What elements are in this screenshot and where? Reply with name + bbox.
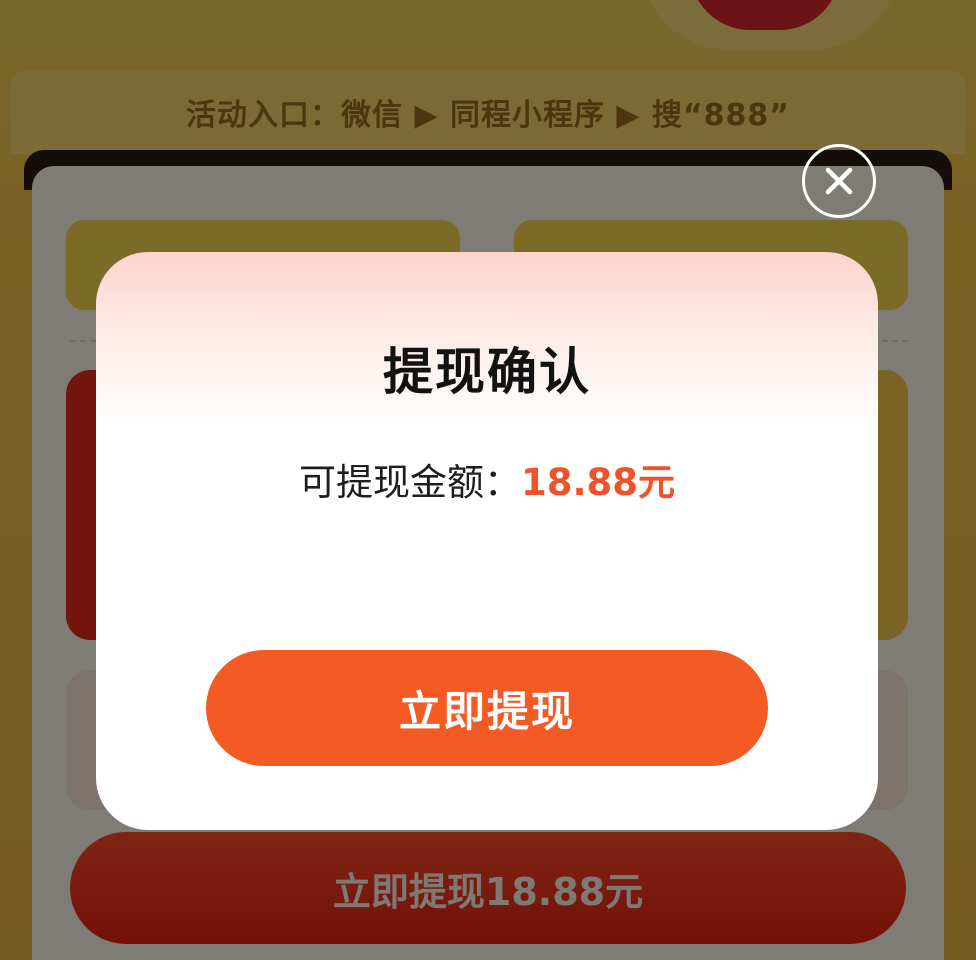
close-icon xyxy=(824,166,854,196)
amount-row: 可提现金额：18.88元 xyxy=(96,452,878,506)
amount-label: 可提现金额： xyxy=(298,461,521,504)
withdraw-confirm-dialog: 提现确认 可提现金额：18.88元 立即提现 xyxy=(96,252,878,830)
amount-value: 18.88元 xyxy=(520,461,676,504)
withdraw-now-button[interactable]: 立即提现 xyxy=(206,650,768,766)
close-button[interactable] xyxy=(802,144,876,218)
dialog-title: 提现确认 xyxy=(383,343,591,401)
withdraw-now-label: 立即提现 xyxy=(398,686,575,736)
